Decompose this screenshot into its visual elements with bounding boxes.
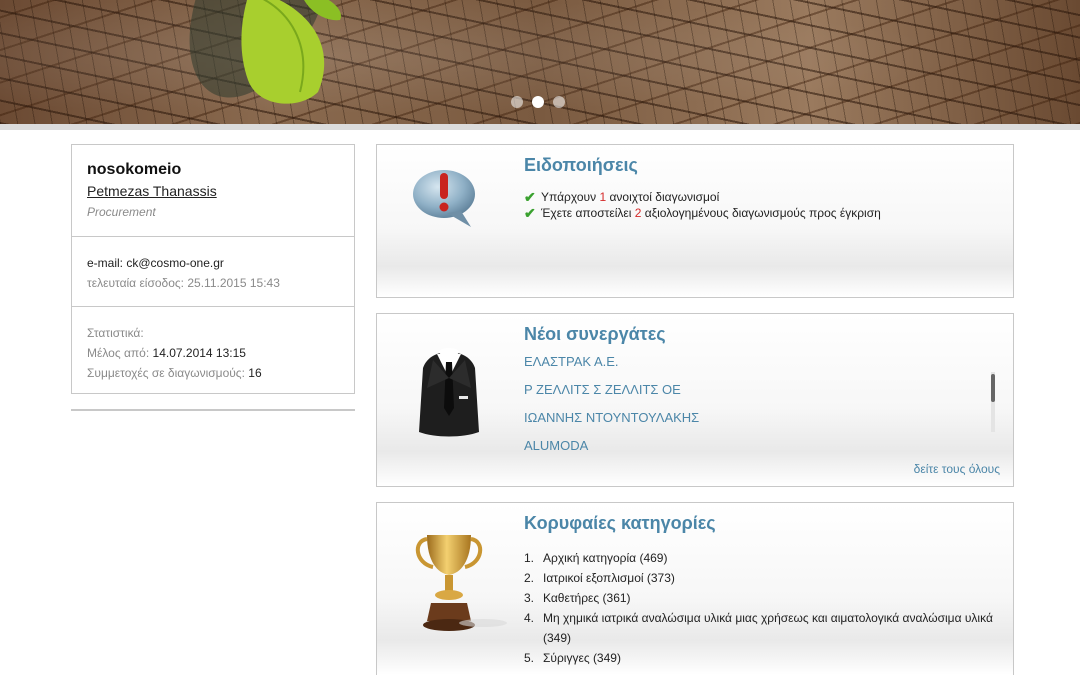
notification-item: ✔ Υπάρχουν 1 ανοιχτοί διαγωνισμοί	[524, 189, 881, 205]
profile-divider	[71, 409, 355, 411]
email-label: e-mail:	[87, 256, 124, 270]
notification-item: ✔ Έχετε αποστείλει 2 αξιολογημένους διαγ…	[524, 205, 881, 221]
profile-identity: nosokomeio Petmezas Thanassis Procuremen…	[72, 145, 354, 237]
see-all-partners-link[interactable]: δείτε τους όλους	[914, 462, 1000, 476]
category-rank: 2.	[524, 571, 535, 585]
category-label: Καθετήρες (361)	[543, 591, 631, 605]
new-partners-panel: Νέοι συνεργάτες ΕΛΑΣΤΡΑΚ Α.Ε. Ρ ΖΕΛΛΙΤΣ …	[376, 313, 1014, 487]
carousel-indicators	[511, 96, 565, 108]
carousel-dot-2[interactable]	[532, 96, 544, 108]
category-item[interactable]: 3. Καθετήρες (361)	[524, 588, 1014, 608]
partner-link[interactable]: ΙΩΑΝΝΗΣ ΝΤΟΥΝΤΟΥΛΑΚΗΣ	[524, 410, 699, 438]
last-login-value: 25.11.2015 15:43	[187, 276, 280, 290]
business-suit-icon	[419, 348, 479, 437]
notification-count: 1	[599, 190, 607, 204]
organization-name: nosokomeio	[87, 161, 182, 178]
carousel-dot-1[interactable]	[511, 96, 523, 108]
category-item[interactable]: 4. Μη χημικά ιατρικά αναλώσιμα υλικά μιας…	[524, 608, 1014, 648]
user-name-link[interactable]: Petmezas Thanassis	[87, 183, 217, 199]
category-rank: 4.	[524, 611, 535, 625]
speech-bubble-exclamation-icon	[413, 170, 475, 227]
stats-label: Στατιστικά:	[87, 326, 144, 340]
new-partners-title: Νέοι συνεργάτες	[524, 324, 666, 344]
member-since-value: 14.07.2014 13:15	[152, 346, 246, 360]
notifications-title: Ειδοποιήσεις	[524, 155, 638, 175]
partner-link[interactable]: Ρ ΖΕΛΛΙΤΣ Σ ΖΕΛΛΙΤΣ ΟΕ	[524, 382, 699, 410]
category-rank: 1.	[524, 551, 535, 565]
category-item[interactable]: 2. Ιατρικοί εξοπλισμοί (373)	[524, 568, 1014, 588]
categories-list: 1. Αρχική κατηγορία (469) 2. Ιατρικοί εξοπ…	[524, 548, 1014, 668]
notifications-list: ✔ Υπάρχουν 1 ανοιχτοί διαγωνισμοί ✔ Έχετ…	[524, 189, 881, 221]
profile-stats: Στατιστικά: Μέλος από: 14.07.2014 13:15 …	[72, 307, 354, 383]
hero-banner	[0, 0, 1080, 124]
department: Procurement	[87, 205, 156, 219]
category-label: Ιατρικοί εξοπλισμοί (373)	[543, 571, 675, 585]
category-rank: 5.	[524, 651, 535, 665]
last-login-label: τελευταία είσοδος:	[87, 276, 185, 290]
member-since-label: Μέλος από:	[87, 346, 150, 360]
profile-card: nosokomeio Petmezas Thanassis Procuremen…	[71, 144, 355, 394]
partners-scroll-thumb[interactable]	[991, 374, 995, 402]
top-categories-panel: Κορυφαίες κατηγορίες 1. Αρχική κατηγορία …	[376, 502, 1014, 675]
banner-divider	[0, 124, 1080, 130]
category-label: Αρχική κατηγορία (469)	[543, 551, 668, 565]
category-rank: 3.	[524, 591, 535, 605]
notification-text: Υπάρχουν	[541, 190, 597, 204]
category-label: Μη χημικά ιατρικά αναλώσιμα υλικά μιας χ…	[543, 611, 993, 645]
category-item[interactable]: 5. Σύριγγες (349)	[524, 648, 1014, 668]
participations-value: 16	[248, 366, 262, 380]
category-label: Σύριγγες (349)	[543, 651, 621, 665]
partners-list: ΕΛΑΣΤΡΑΚ Α.Ε. Ρ ΖΕΛΛΙΤΣ Σ ΖΕΛΛΙΤΣ ΟΕ ΙΩΑ…	[524, 354, 699, 466]
notifications-panel: Ειδοποιήσεις ✔ Υπάρχουν 1 ανοιχτοί διαγω…	[376, 144, 1014, 298]
top-categories-title: Κορυφαίες κατηγορίες	[524, 513, 716, 533]
notification-text: αξιολογημένους διαγωνισμούς προς έγκριση	[644, 206, 881, 220]
category-item[interactable]: 1. Αρχική κατηγορία (469)	[524, 548, 1014, 568]
notification-text: Έχετε αποστείλει	[541, 206, 632, 220]
participations-label: Συμμετοχές σε διαγωνισμούς:	[87, 366, 245, 380]
carousel-dot-3[interactable]	[553, 96, 565, 108]
checkmark-icon: ✔	[524, 189, 536, 205]
partner-link[interactable]: ALUMODA	[524, 438, 699, 466]
partner-link[interactable]: ΕΛΑΣΤΡΑΚ Α.Ε.	[524, 354, 699, 382]
profile-contact: e-mail: ck@cosmo-one.gr τελευταία είσοδο…	[72, 237, 354, 307]
notification-count: 2	[634, 206, 642, 220]
trophy-icon	[416, 535, 507, 631]
email-value: ck@cosmo-one.gr	[126, 256, 224, 270]
notification-text: ανοιχτοί διαγωνισμοί	[609, 190, 720, 204]
checkmark-icon: ✔	[524, 205, 536, 221]
